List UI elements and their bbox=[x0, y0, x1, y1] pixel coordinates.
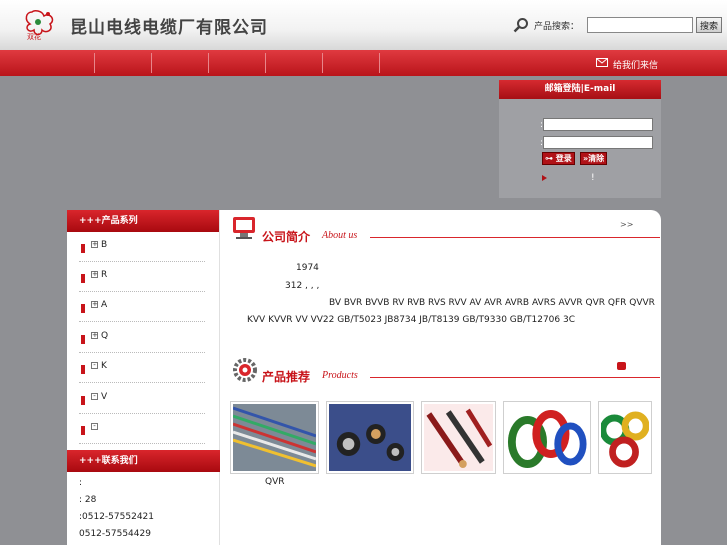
company-name: 昆山电线电缆厂有限公司 bbox=[70, 18, 268, 38]
logo-text: 双花 bbox=[27, 33, 41, 41]
bullet-icon bbox=[81, 304, 85, 313]
category-label: K bbox=[101, 361, 107, 371]
product-image bbox=[329, 404, 411, 471]
product-thumb-wire-spools[interactable] bbox=[598, 401, 652, 474]
category-item[interactable]: - V bbox=[79, 384, 205, 414]
nav-separator bbox=[151, 53, 152, 73]
login-button-label: 登录 bbox=[555, 154, 572, 163]
category-label: R bbox=[101, 270, 108, 280]
contact-line: : 28 bbox=[79, 495, 97, 505]
product-series-header: +++产品系列 bbox=[67, 210, 219, 232]
username-field[interactable] bbox=[543, 118, 653, 131]
monitor-icon bbox=[233, 217, 255, 239]
category-item[interactable]: + A bbox=[79, 292, 205, 322]
nav-separator bbox=[322, 53, 323, 73]
product-image bbox=[506, 404, 588, 471]
header: 双花 昆山电线电缆厂有限公司 产品搜索： 搜索 bbox=[0, 0, 727, 50]
category-label: Q bbox=[101, 331, 109, 341]
category-label: A bbox=[101, 300, 108, 310]
clear-button[interactable]: »清除 bbox=[580, 152, 608, 165]
expand-icon[interactable]: + bbox=[91, 271, 98, 278]
about-title-en: About us bbox=[322, 230, 358, 241]
email-login-panel: 邮箱登陆|E-mail : : ⊶ 登录 »清除 ! bbox=[499, 80, 661, 198]
bullet-icon bbox=[81, 274, 85, 283]
key-icon: ⊶ bbox=[545, 154, 553, 163]
password-field[interactable] bbox=[543, 136, 653, 149]
gear-icon bbox=[233, 358, 257, 382]
collapse-icon[interactable]: - bbox=[91, 423, 98, 430]
bullet-icon bbox=[81, 426, 85, 435]
contact-mail-link[interactable]: 给我们来信 bbox=[613, 58, 658, 71]
contact-fax: 0512-57554429 bbox=[79, 529, 151, 539]
product-thumb-wire-coils[interactable] bbox=[503, 401, 591, 474]
about-more-link[interactable]: >> bbox=[620, 220, 633, 229]
collapse-icon[interactable]: - bbox=[91, 362, 98, 369]
bullet-icon bbox=[81, 396, 85, 405]
category-item[interactable]: + B bbox=[79, 232, 205, 262]
product-thumb-wire-strands[interactable] bbox=[230, 401, 319, 474]
bullet-icon bbox=[81, 335, 85, 344]
search-label: 产品搜索： bbox=[534, 22, 580, 32]
product-thumb-cable-cutaways[interactable] bbox=[421, 401, 496, 474]
category-label: V bbox=[101, 392, 108, 402]
category-item[interactable]: + R bbox=[79, 262, 205, 292]
category-label: B bbox=[101, 240, 108, 250]
search-icon bbox=[513, 18, 528, 33]
product-thumb-power-cable[interactable] bbox=[326, 401, 414, 474]
arrow-icon bbox=[542, 175, 547, 181]
category-item[interactable]: - K bbox=[79, 353, 205, 383]
contact-phone: :0512-57552421 bbox=[79, 512, 154, 522]
login-title: 邮箱登陆|E-mail bbox=[499, 80, 661, 99]
sidebar: +++产品系列 + B + R + A + Q - K - V - +++联系我… bbox=[67, 210, 220, 545]
product-image bbox=[424, 404, 493, 471]
category-item[interactable]: + Q bbox=[79, 323, 205, 353]
nav-separator bbox=[94, 53, 95, 73]
login-note: ! bbox=[591, 173, 595, 183]
about-line: KVV KVVR VV VV22 GB/T5023 JB8734 JB/T813… bbox=[247, 315, 575, 325]
expand-icon[interactable]: + bbox=[91, 332, 98, 339]
product-caption[interactable]: QVR bbox=[265, 477, 285, 487]
product-image bbox=[233, 404, 316, 471]
login-button[interactable]: ⊶ 登录 bbox=[542, 152, 575, 165]
play-icon[interactable] bbox=[617, 362, 626, 370]
search-button[interactable]: 搜索 bbox=[696, 17, 722, 33]
mail-icon bbox=[596, 58, 608, 67]
nav-separator bbox=[379, 53, 380, 73]
expand-icon[interactable]: + bbox=[91, 241, 98, 248]
nav-separator bbox=[208, 53, 209, 73]
bullet-icon bbox=[81, 365, 85, 374]
bullet-icon bbox=[81, 244, 85, 253]
products-title-en: Products bbox=[322, 370, 358, 381]
divider bbox=[370, 237, 660, 238]
contact-line: : bbox=[79, 478, 83, 488]
divider bbox=[370, 377, 660, 378]
contact-header: +++联系我们 bbox=[67, 450, 220, 472]
search-input[interactable] bbox=[587, 17, 693, 33]
expand-icon[interactable]: + bbox=[91, 301, 98, 308]
collapse-icon[interactable]: - bbox=[91, 393, 98, 400]
about-line: 1974 bbox=[296, 263, 319, 273]
nav-separator bbox=[265, 53, 266, 73]
products-title: 产品推荐 bbox=[262, 370, 311, 384]
about-line: 312 , , , bbox=[285, 281, 320, 291]
category-item[interactable]: - bbox=[79, 414, 205, 444]
about-title: 公司简介 bbox=[262, 230, 311, 244]
product-image bbox=[601, 404, 649, 471]
about-line: BV BVR BVVB RV RVB RVS RVV AV AVR AVRB A… bbox=[329, 298, 655, 308]
